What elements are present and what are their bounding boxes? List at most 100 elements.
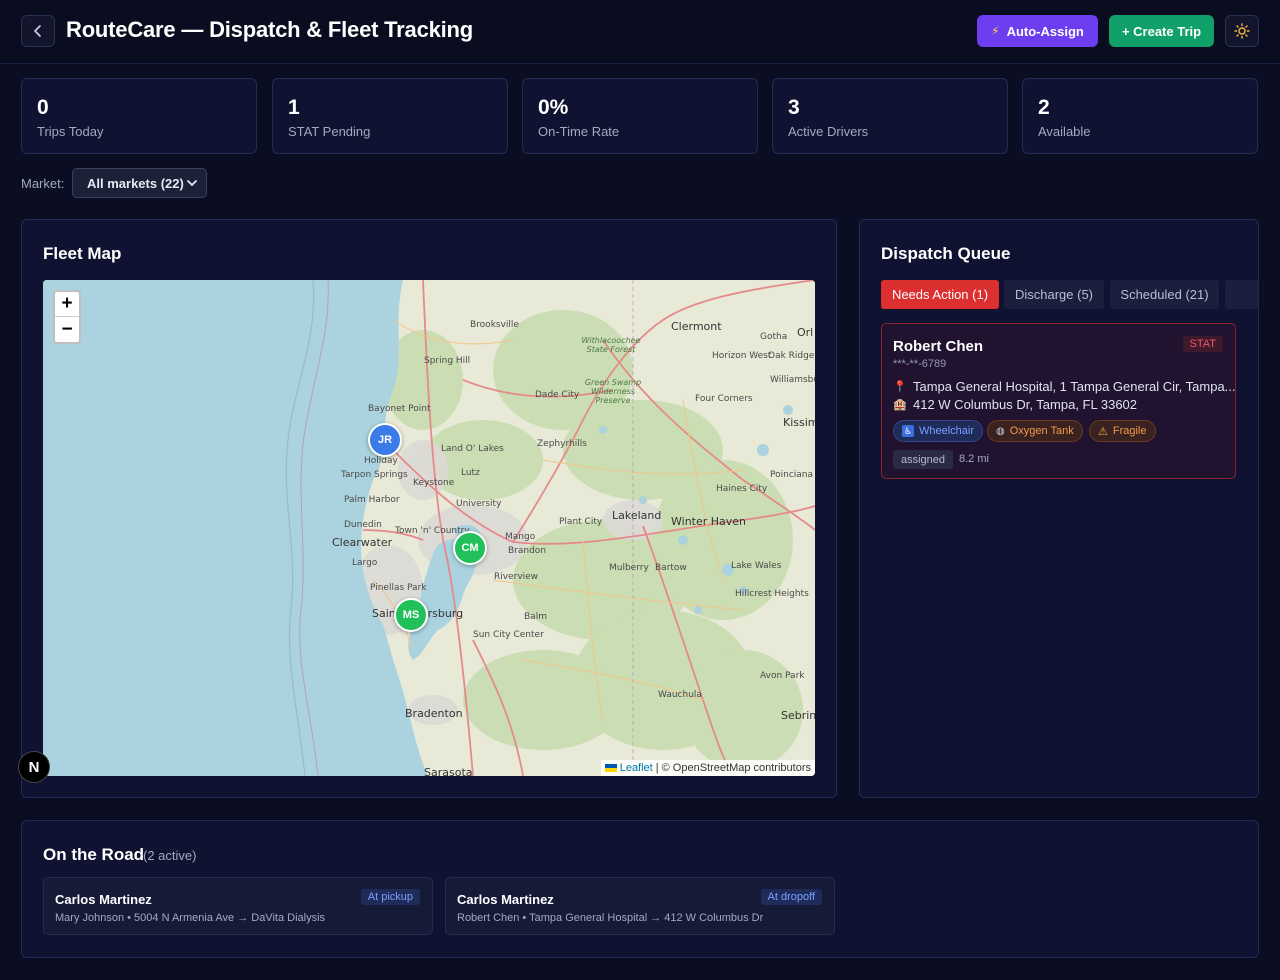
trip-distance: 8.2 mi [959, 453, 989, 465]
driver-marker-jr[interactable]: JR [368, 423, 402, 457]
sun-icon [1234, 23, 1250, 39]
leaflet-link[interactable]: Leaflet [620, 762, 653, 774]
wheelchair-icon: ♿ [902, 425, 914, 437]
stat-value: 1 [288, 96, 300, 119]
fragile-label: Fragile [1112, 425, 1147, 437]
priority-badge: STAT [1182, 336, 1223, 352]
tab-overflow[interactable] [1225, 280, 1258, 309]
map-label-balm: Balm [524, 612, 547, 622]
trip-detail: Mary Johnson • 5004 N Armenia Ave → DaVi… [55, 912, 326, 924]
map-label-clermont: Clermont [671, 320, 722, 333]
map-label-wauchula: Wauchula [658, 690, 702, 700]
map-label-bartow: Bartow [655, 563, 687, 573]
map-label-horizon-west: Horizon West [712, 351, 772, 361]
map-label-university: University [456, 499, 502, 509]
map-label-bradenton: Bradenton [405, 707, 463, 720]
stat-card-stat-pending: 1 STAT Pending [272, 78, 508, 154]
map-label-holiday: Holiday [364, 456, 398, 466]
map-label-williamsbu: Williamsbu [770, 375, 815, 385]
driver-name: Carlos Martinez [457, 892, 554, 907]
fleet-map[interactable]: Brooksville Clermont Orl Spring Hill Hor… [43, 280, 815, 776]
map-label-haines-city: Haines City [716, 484, 768, 494]
map-label-mulberry: Mulberry [609, 563, 649, 573]
driver-marker-ms[interactable]: MS [394, 598, 428, 632]
dispatch-card[interactable]: Robert Chen ***-**-6789 STAT 📍 Tampa Gen… [881, 323, 1236, 479]
top-header: RouteCare — Dispatch & Fleet Tracking ⚡ … [0, 0, 1280, 64]
attribution-text: | © OpenStreetMap contributors [655, 762, 811, 774]
auto-assign-label: Auto-Assign [1006, 23, 1084, 39]
oxygen-label: Oxygen Tank [1009, 425, 1074, 437]
dev-tools-badge[interactable]: N [18, 751, 50, 783]
stat-label: Active Drivers [788, 124, 869, 139]
map-label-land-o-lakes: Land O' Lakes [441, 444, 504, 454]
stat-card-available: 2 Available [1022, 78, 1258, 154]
patient-ssn: ***-**-6789 [893, 358, 947, 370]
map-label-oak-ridge: Oak Ridge [768, 351, 815, 361]
map-label-orl: Orl [797, 326, 814, 339]
map-label-sebrin: Sebrin [781, 709, 815, 722]
back-button[interactable] [21, 15, 55, 47]
road-trip-card[interactable]: Carlos Martinez At dropoff Robert Chen •… [445, 877, 835, 935]
stat-label: Available [1038, 124, 1091, 139]
market-selected-value: All markets (22) [87, 175, 184, 191]
stat-card-on-time-rate: 0% On-Time Rate [522, 78, 758, 154]
trip-status-badge: At pickup [360, 889, 420, 905]
market-select[interactable]: All markets (22) [72, 168, 207, 198]
dropoff-address: 412 W Columbus Dr, Tampa, FL 33602 [913, 397, 1138, 412]
map-label-brooksville: Brooksville [470, 320, 519, 330]
map-label-poinciana: Poinciana [770, 470, 814, 480]
map-label-riverview: Riverview [494, 572, 539, 582]
ukraine-flag-icon [604, 764, 617, 772]
chevron-left-icon [34, 25, 41, 37]
map-label-largo: Largo [352, 558, 378, 568]
map-label-keystone: Keystone [413, 478, 455, 488]
map-label-kissim: Kissim [783, 416, 815, 429]
map-label-clearwater: Clearwater [332, 536, 393, 549]
theme-toggle-button[interactable] [1225, 15, 1259, 47]
zoom-in-button[interactable]: + [55, 292, 79, 317]
stat-value: 3 [788, 96, 800, 119]
page-title: RouteCare — Dispatch & Fleet Tracking [66, 17, 474, 42]
map-label-bayonet-point: Bayonet Point [368, 404, 431, 414]
oxygen-tag: ◍ Oxygen Tank [987, 420, 1083, 442]
map-label-spring-hill: Spring Hill [424, 356, 471, 366]
map-label-mango: Mango [505, 532, 536, 542]
dispatch-queue-title: Dispatch Queue [881, 244, 1011, 263]
map-label-palm-harbor: Palm Harbor [344, 495, 400, 505]
zoom-out-button[interactable]: − [55, 317, 79, 342]
dropoff-line: 🏨 412 W Columbus Dr, Tampa, FL 33602 [893, 397, 1137, 412]
map-label-dade-city: Dade City [535, 390, 580, 400]
map-label-hillcrest-heights: Hillcrest Heights [735, 589, 809, 599]
wheelchair-tag: ♿ Wheelchair [893, 420, 984, 442]
warning-icon: ⚠ [1098, 425, 1108, 438]
chevron-down-icon [187, 180, 197, 186]
create-trip-button[interactable]: + Create Trip [1109, 15, 1214, 47]
map-label-dunedin: Dunedin [344, 520, 382, 530]
trip-detail: Robert Chen • Tampa General Hospital → 4… [457, 912, 764, 924]
pin-icon: 📍 [893, 381, 907, 393]
trip-status-badge: At dropoff [760, 889, 822, 905]
road-trip-card[interactable]: Carlos Martinez At pickup Mary Johnson •… [43, 877, 433, 935]
status-badge: assigned [893, 450, 954, 469]
tab-scheduled[interactable]: Scheduled (21) [1110, 280, 1219, 309]
map-attribution: Leaflet | © OpenStreetMap contributors [600, 760, 815, 776]
active-count: (2 active) [143, 848, 197, 863]
oxygen-icon: ◍ [996, 425, 1005, 437]
map-label-winter-haven: Winter Haven [671, 515, 747, 528]
map-label-tarpon-springs: Tarpon Springs [341, 470, 408, 480]
stat-label: STAT Pending [288, 124, 371, 139]
driver-marker-cm[interactable]: CM [453, 531, 487, 565]
map-label-lutz: Lutz [461, 468, 480, 478]
map-label-lake-wales: Lake Wales [731, 561, 782, 571]
tab-needs-action[interactable]: Needs Action (1) [881, 280, 999, 309]
hospital-icon: 🏨 [893, 399, 907, 411]
fragile-tag: ⚠ Fragile [1089, 420, 1156, 442]
map-label-plant-city: Plant City [559, 517, 603, 527]
map-label-sun-city-center: Sun City Center [473, 630, 544, 640]
auto-assign-button[interactable]: ⚡ Auto-Assign [977, 15, 1098, 47]
tab-discharge[interactable]: Discharge (5) [1004, 280, 1104, 309]
map-label-zephyrhills: Zephyrhills [537, 439, 587, 449]
fleet-map-title: Fleet Map [43, 244, 122, 263]
map-label-green-swamp: Green Swamp Wilderness Preserve [584, 378, 642, 405]
pickup-line: 📍 Tampa General Hospital, 1 Tampa Genera… [893, 379, 1236, 394]
